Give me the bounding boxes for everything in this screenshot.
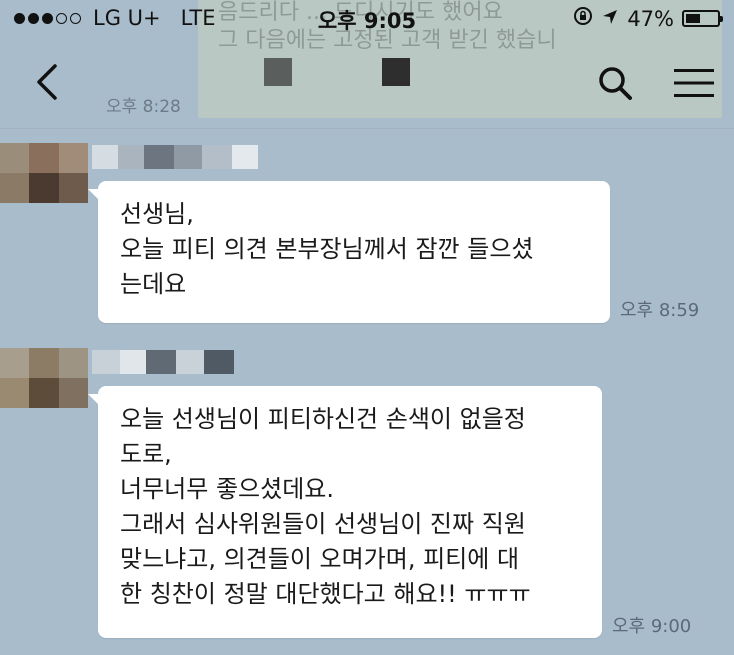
message-bubble[interactable]: 오늘 선생님이 피티하신건 손색이 없을정 도로, 너무너무 좋으셨데요. 그래…	[88, 386, 602, 638]
message-line: 는데요	[120, 270, 187, 298]
message-line: 도로,	[120, 440, 172, 468]
search-icon	[599, 67, 632, 100]
status-right: 47%	[573, 6, 723, 31]
sender-name-blurred	[92, 145, 258, 169]
message-line: 선생님,	[120, 200, 194, 228]
avatar[interactable]	[0, 348, 88, 408]
message-line: 오늘 피티 의견 본부장님께서 잠깐 들으셨	[120, 235, 534, 263]
sender-name-blurred	[92, 350, 234, 374]
previous-message-time: 오후 8:28	[106, 97, 181, 117]
message-bubble[interactable]: 선생님, 오늘 피티 의견 본부장님께서 잠깐 들으셨 는데요	[88, 181, 610, 323]
rotation-lock-icon	[573, 6, 593, 31]
divider	[0, 128, 734, 129]
message-time: 오후 8:59	[620, 300, 700, 321]
message-line: 한 칭찬이 정말 대단했다고 해요!! ㅠㅠㅠ	[120, 580, 531, 608]
battery-percent: 47%	[627, 6, 674, 31]
menu-button[interactable]	[668, 62, 720, 104]
chevron-left-icon	[37, 64, 57, 100]
location-arrow-icon	[601, 7, 619, 31]
message-line: 너무너무 좋으셨데요.	[120, 475, 334, 503]
back-button[interactable]	[26, 58, 66, 106]
message-time: 오후 9:00	[612, 616, 692, 637]
search-button[interactable]	[594, 62, 636, 104]
battery-icon	[682, 10, 723, 27]
status-bar: LG U+ LTE 오후 9:05 47%	[0, 0, 734, 36]
message-line: 그래서 심사위원들이 선생님이 진짜 직원	[120, 510, 526, 538]
hamburger-menu-icon	[674, 69, 714, 97]
message-line: 오늘 선생님이 피티하신건 손색이 없을정	[120, 405, 526, 433]
message-line: 맞느냐고, 의견들이 오며가며, 피티에 대	[120, 545, 520, 573]
avatar[interactable]	[0, 143, 88, 203]
